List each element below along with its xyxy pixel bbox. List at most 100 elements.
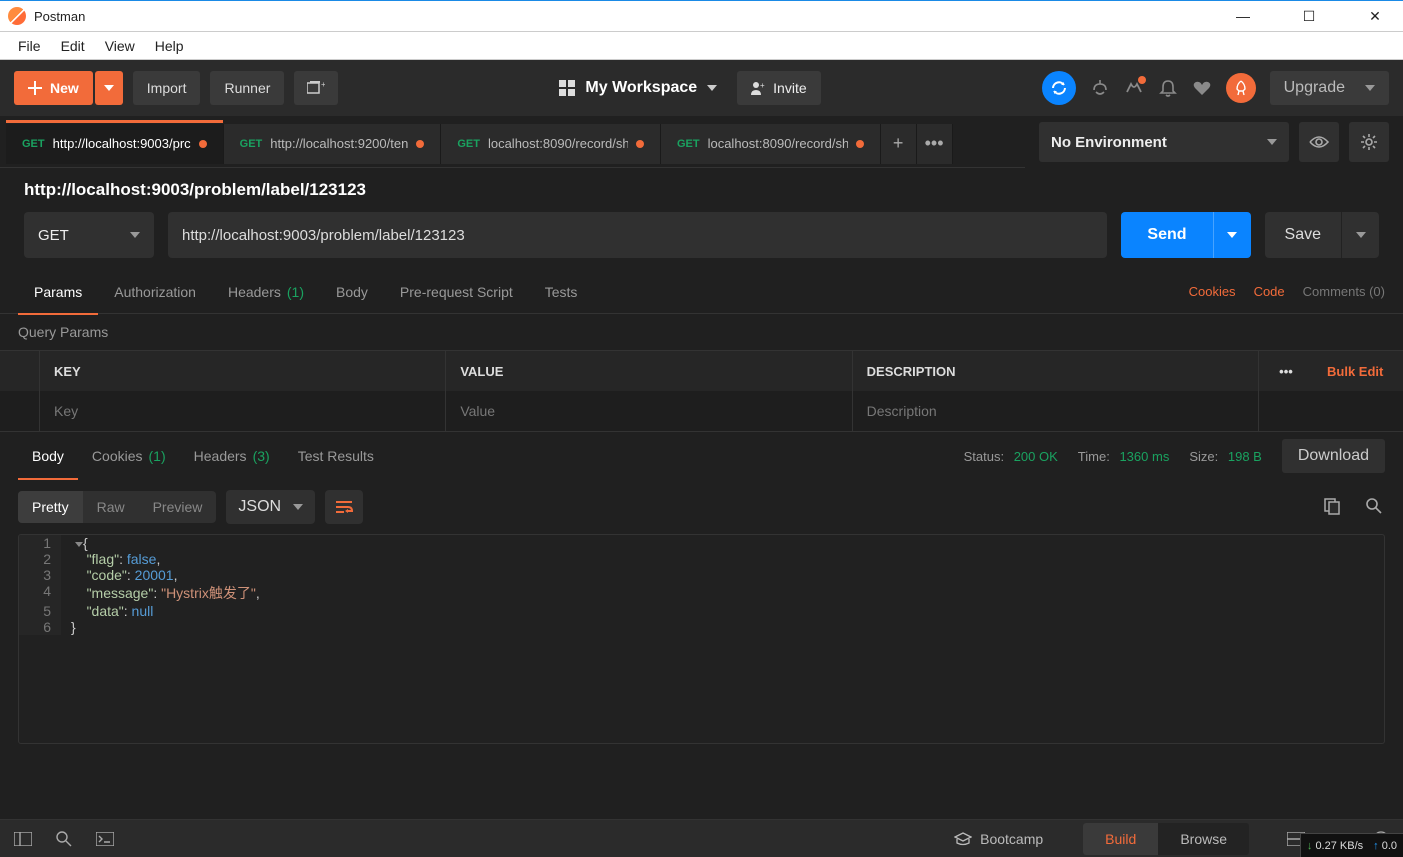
native-menubar: File Edit View Help [0,32,1403,60]
response-format-selector[interactable]: JSON [226,490,315,524]
window-close-button[interactable]: ✕ [1355,8,1395,25]
chevron-down-icon [1356,232,1366,238]
params-checkbox-col [0,351,40,391]
bootcamp-launch-icon[interactable] [1226,73,1256,103]
tab-overflow-button[interactable]: ••• [917,124,953,164]
environment-selector[interactable]: No Environment [1039,122,1289,162]
tab-body[interactable]: Body [320,270,384,314]
resp-tab-headers[interactable]: Headers (3) [180,432,284,480]
view-build[interactable]: Build [1083,823,1158,855]
tab-method: GET [457,138,480,150]
tab-label: localhost:8090/record/sh [708,136,848,151]
sync-button[interactable] [1042,71,1076,105]
cookies-link[interactable]: Cookies [1189,284,1236,299]
notifications-icon[interactable] [1158,78,1178,98]
comments-link[interactable]: Comments (0) [1303,284,1385,299]
request-tab[interactable]: GET http://localhost:9200/ten [224,124,442,164]
import-button[interactable]: Import [133,71,201,105]
new-window-button[interactable]: + [294,71,338,105]
alerts-icon[interactable] [1124,78,1144,98]
params-head-value: VALUE [446,351,852,391]
params-row [0,391,1403,431]
environment-label: No Environment [1051,134,1167,151]
menu-help[interactable]: Help [145,38,194,54]
request-tab[interactable]: GET http://localhost:9003/prc [6,124,224,164]
window-titlebar: Postman — ☐ ✕ [0,0,1403,32]
view-pretty[interactable]: Pretty [18,491,83,523]
send-button-dropdown[interactable] [1213,212,1251,258]
params-head-key: KEY [40,351,446,391]
new-button-dropdown[interactable] [95,71,123,105]
new-button-label: New [50,80,79,96]
request-url-row: GET Send Save [0,212,1403,270]
bulk-edit-link[interactable]: Bulk Edit [1313,351,1403,391]
menu-edit[interactable]: Edit [51,38,95,54]
tab-authorization[interactable]: Authorization [98,270,212,314]
plus-icon [28,81,42,95]
params-columns-config[interactable]: ••• [1259,351,1313,391]
param-description-input[interactable] [867,403,1244,419]
tab-method: GET [677,138,700,150]
invite-icon: + [751,81,765,95]
capture-icon[interactable] [1090,78,1110,98]
code-link[interactable]: Code [1254,284,1285,299]
search-response-button[interactable] [1365,497,1385,517]
menu-file[interactable]: File [8,38,51,54]
invite-button[interactable]: + Invite [737,71,820,105]
chevron-down-icon [1227,232,1237,238]
save-button[interactable]: Save [1265,212,1341,258]
query-params-table: KEY VALUE DESCRIPTION ••• Bulk Edit [0,350,1403,432]
tab-tests[interactable]: Tests [529,270,594,314]
tab-label: http://localhost:9200/ten [270,136,408,151]
menu-view[interactable]: View [95,38,145,54]
response-status: Status: 200 OK [964,449,1058,464]
app-body: New Import Runner + My Workspace + Invit… [0,60,1403,857]
sidebar-toggle-button[interactable] [14,832,32,846]
upgrade-button[interactable]: Upgrade [1270,71,1389,105]
view-browse[interactable]: Browse [1158,823,1249,855]
request-tab[interactable]: GET localhost:8090/record/sh [661,124,881,164]
method-selector[interactable]: GET [24,212,154,258]
new-button[interactable]: New [14,71,93,105]
chevron-down-icon [130,232,140,238]
favorites-icon[interactable] [1192,78,1212,98]
tab-label: http://localhost:9003/prc [53,136,191,151]
window-maximize-button[interactable]: ☐ [1289,8,1329,25]
request-subtabs: Params Authorization Headers (1) Body Pr… [0,270,1403,314]
tab-prerequest[interactable]: Pre-request Script [384,270,529,314]
copy-icon [1323,497,1341,515]
resp-tab-tests[interactable]: Test Results [284,432,388,480]
find-button[interactable] [56,831,72,847]
wrap-lines-button[interactable] [325,490,363,524]
network-monitor-overlay: ↓ 0.27 KB/s ↑ 0.0 [1300,833,1403,857]
invite-label: Invite [773,80,806,96]
save-button-dropdown[interactable] [1341,212,1379,258]
workspace-selector[interactable]: My Workspace [559,79,717,97]
environment-settings-button[interactable] [1349,122,1389,162]
param-value-input[interactable] [460,403,837,419]
tab-params[interactable]: Params [18,270,98,314]
bootcamp-link[interactable]: Bootcamp [954,831,1043,847]
window-minimize-button[interactable]: — [1223,8,1263,25]
environment-preview-button[interactable] [1299,122,1339,162]
copy-response-button[interactable] [1323,497,1343,517]
response-size: Size: 198 B [1189,449,1262,464]
request-tab[interactable]: GET localhost:8090/record/sh [441,124,661,164]
resp-tab-body[interactable]: Body [18,432,78,480]
download-button[interactable]: Download [1282,439,1385,473]
view-preview[interactable]: Preview [139,491,217,523]
search-icon [1365,497,1383,515]
add-tab-button[interactable]: + [881,124,917,164]
param-key-input[interactable] [54,403,431,419]
chevron-down-icon [1267,139,1277,145]
response-body-code[interactable]: 1{ 2 "flag": false, 3 "code": 20001, 4 "… [18,534,1385,744]
response-subtabs: Body Cookies (1) Headers (3) Test Result… [0,432,1403,480]
params-head-description: DESCRIPTION [853,351,1259,391]
send-button[interactable]: Send [1121,212,1212,258]
resp-tab-cookies[interactable]: Cookies (1) [78,432,180,480]
console-button[interactable] [96,832,114,846]
view-raw[interactable]: Raw [83,491,139,523]
tab-headers[interactable]: Headers (1) [212,270,320,314]
runner-button[interactable]: Runner [210,71,284,105]
url-input[interactable] [168,212,1107,258]
